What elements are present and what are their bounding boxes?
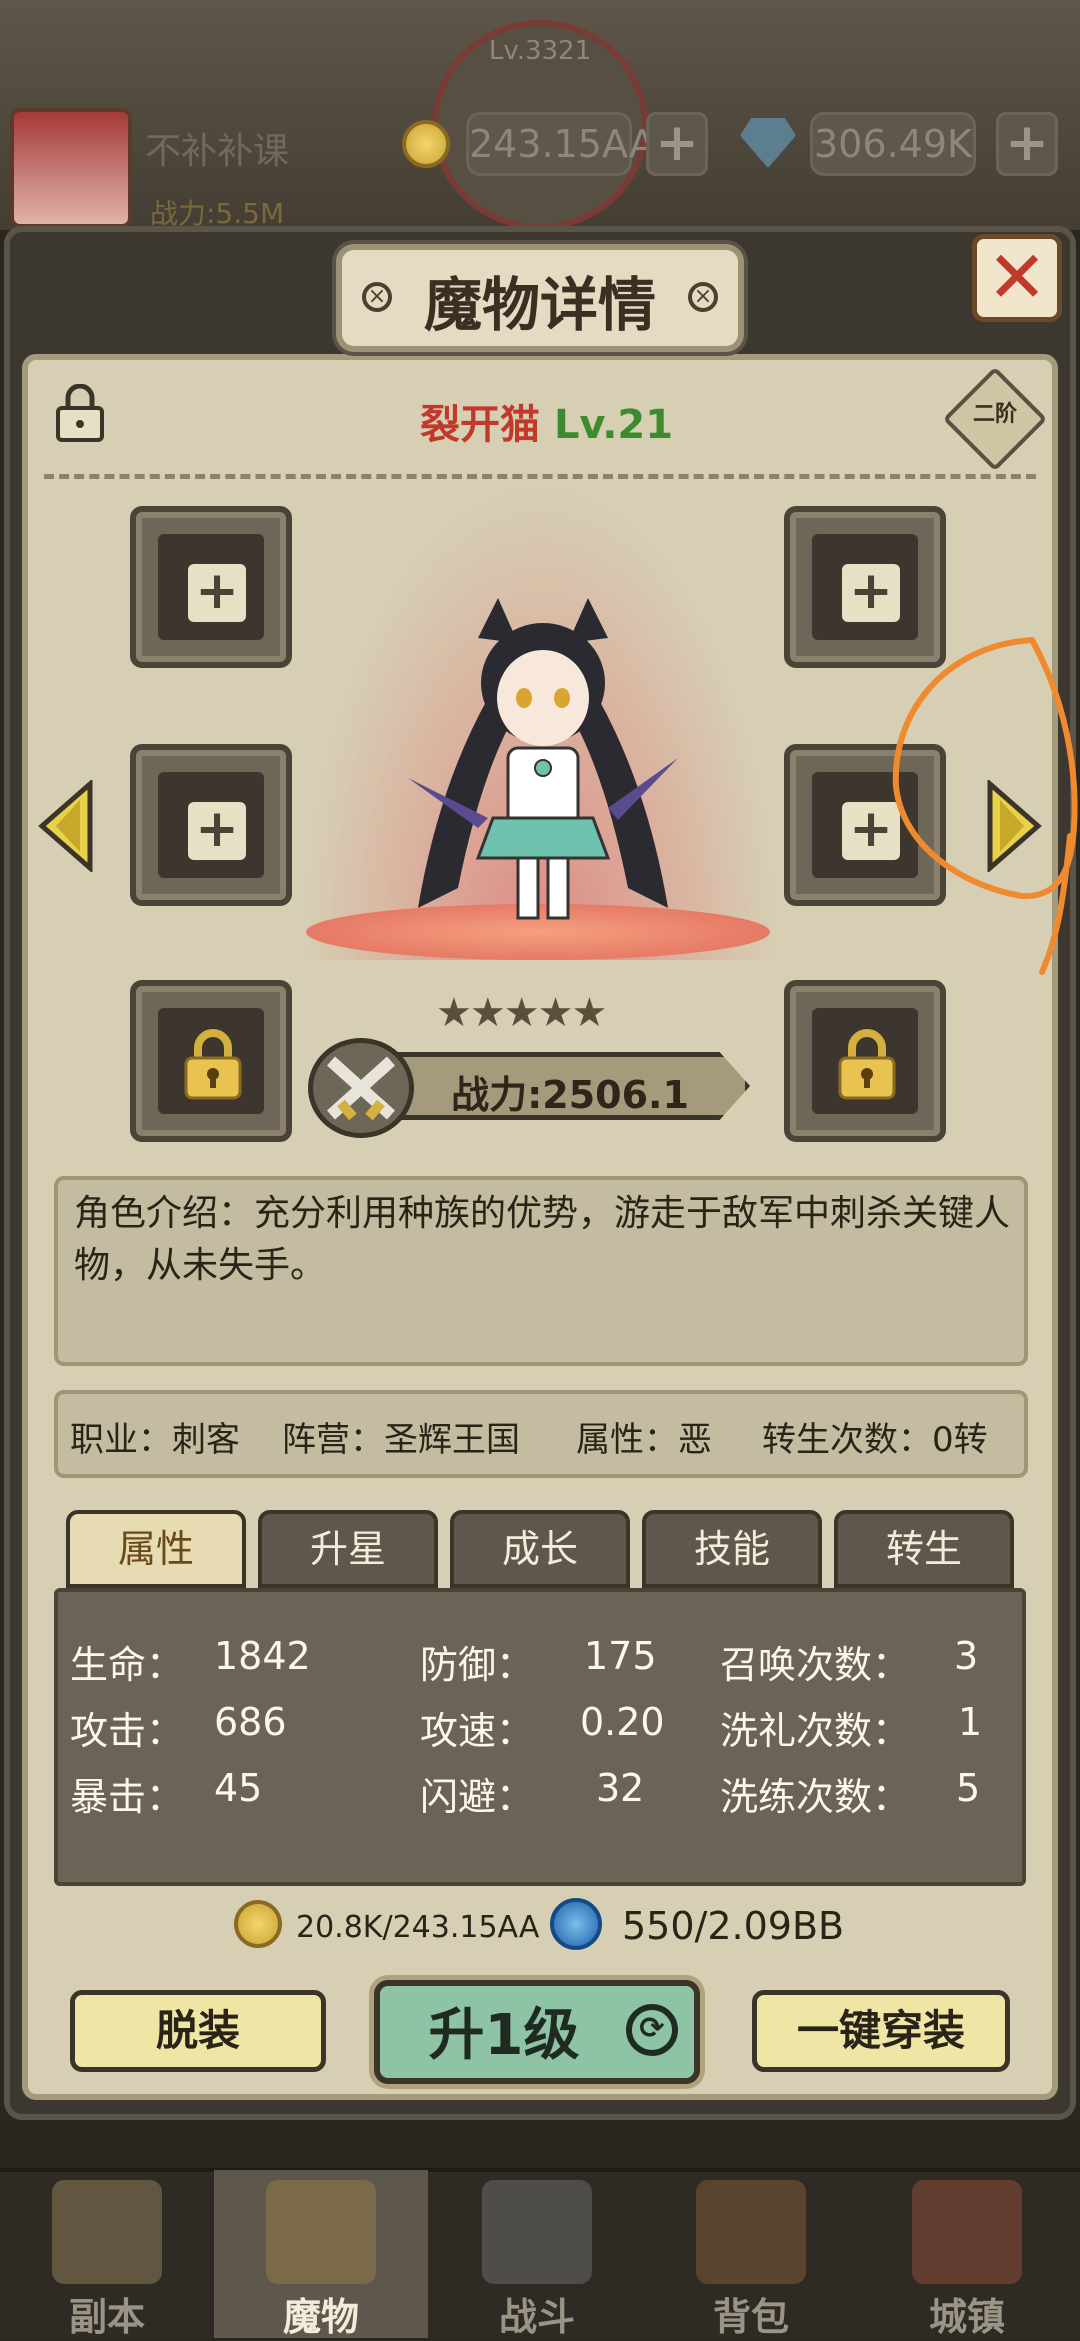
nav-battle[interactable]: 战斗 xyxy=(430,2170,644,2339)
tab-skills[interactable]: 技能 xyxy=(642,1510,822,1588)
stat-value: 1 xyxy=(958,1700,983,1744)
backpack-icon xyxy=(696,2180,806,2284)
level-up-label: 升1级 xyxy=(428,2003,580,2068)
add-equipment-icon: + xyxy=(188,564,246,622)
gem-amount: 306.49K xyxy=(810,112,976,176)
monster-name: 裂开猫 xyxy=(420,402,540,448)
stat-label: 攻速： xyxy=(420,1709,535,1753)
stat-label: 暴击： xyxy=(70,1775,185,1819)
soul-cost: 550/2.09BB xyxy=(622,1904,845,1948)
tab-attributes[interactable]: 属性 xyxy=(66,1510,246,1588)
equip-all-button[interactable]: 一键穿装 xyxy=(752,1990,1010,2072)
info-alignment: 属性：恶 xyxy=(576,1420,712,1460)
player-name: 不补补课 xyxy=(145,131,290,172)
add-equipment-icon: + xyxy=(842,564,900,622)
stat-value: 5 xyxy=(956,1766,981,1810)
stat-value: 3 xyxy=(954,1634,979,1678)
stat-label: 生命： xyxy=(70,1643,185,1687)
stat-value: 45 xyxy=(214,1766,263,1810)
monster-intro: 角色介绍：充分利用种族的优势，游走于敌军中刺杀关键人物，从未失手。 xyxy=(74,1193,1011,1286)
add-gold-button[interactable]: + xyxy=(646,112,708,176)
nav-monsters[interactable]: 魔物 xyxy=(214,2170,428,2339)
padlock-icon xyxy=(838,1029,896,1100)
tab-growth[interactable]: 成长 xyxy=(450,1510,630,1588)
stat-label: 洗礼次数： xyxy=(720,1709,911,1753)
map-icon xyxy=(52,2180,162,2284)
stat-value: 686 xyxy=(214,1700,287,1744)
rank-badge-label: 二阶 xyxy=(972,402,1017,427)
nav-dungeon[interactable]: 副本 xyxy=(0,2170,214,2339)
stat-label: 闪避： xyxy=(420,1775,535,1819)
crossed-swords-icon xyxy=(482,2180,592,2284)
equip-slot-locked-right[interactable] xyxy=(784,980,946,1142)
stat-label: 召唤次数： xyxy=(720,1643,911,1687)
gold-cost: 20.8K/243.15AA xyxy=(296,1910,540,1945)
equip-slot-mid-left[interactable]: + xyxy=(130,744,292,906)
player-level: Lv.3321 xyxy=(488,36,592,66)
house-icon xyxy=(912,2180,1022,2284)
nav-town[interactable]: 城镇 xyxy=(860,2170,1074,2339)
divider xyxy=(44,474,1036,479)
add-equipment-icon: + xyxy=(188,802,246,860)
soul-orb-icon xyxy=(550,1898,602,1950)
gold-amount: 243.15AA xyxy=(466,112,655,176)
stat-label: 攻击： xyxy=(70,1709,185,1753)
equip-slot-locked-left[interactable] xyxy=(130,980,292,1142)
nav-backpack[interactable]: 背包 xyxy=(644,2170,858,2339)
player-avatar[interactable] xyxy=(10,108,132,228)
refresh-icon: ⟳ xyxy=(626,2004,678,2056)
padlock-icon xyxy=(184,1029,242,1100)
annotation-circle xyxy=(892,637,1078,975)
stat-value: 32 xyxy=(596,1766,645,1810)
stat-label: 防御： xyxy=(420,1643,535,1687)
stat-value: 0.20 xyxy=(580,1700,665,1744)
info-class: 职业：刺客 xyxy=(70,1420,240,1460)
star-rating: ★★★★★ xyxy=(436,990,607,1036)
monster-power: 战力:2506.1 xyxy=(451,1073,689,1117)
close-button[interactable]: ✕ xyxy=(972,234,1062,322)
add-gem-button[interactable]: + xyxy=(996,112,1058,176)
info-camp: 阵营：圣辉王国 xyxy=(282,1420,520,1460)
lock-icon[interactable] xyxy=(54,384,106,442)
monster-name-line: 裂开猫 Lv.21 xyxy=(420,392,673,450)
crossed-swords-icon xyxy=(308,1038,414,1138)
monster-level: Lv.21 xyxy=(553,402,674,448)
tab-star-up[interactable]: 升星 xyxy=(258,1510,438,1588)
helmet-icon xyxy=(266,2180,376,2284)
info-rebirth: 转生次数：0转 xyxy=(762,1420,988,1460)
previous-monster-arrow-icon[interactable] xyxy=(38,780,94,872)
tab-rebirth[interactable]: 转生 xyxy=(834,1510,1014,1588)
monster-character-image xyxy=(408,598,678,920)
stat-value: 175 xyxy=(584,1634,657,1678)
gold-coin-icon xyxy=(402,120,450,168)
stat-value: 1842 xyxy=(214,1634,311,1678)
equip-slot-top-left[interactable]: + xyxy=(130,506,292,668)
page-title: 魔物详情 xyxy=(423,271,656,339)
stat-label: 洗练次数： xyxy=(720,1775,911,1819)
unequip-button[interactable]: 脱装 xyxy=(70,1990,326,2072)
gold-coin-icon xyxy=(234,1900,282,1948)
